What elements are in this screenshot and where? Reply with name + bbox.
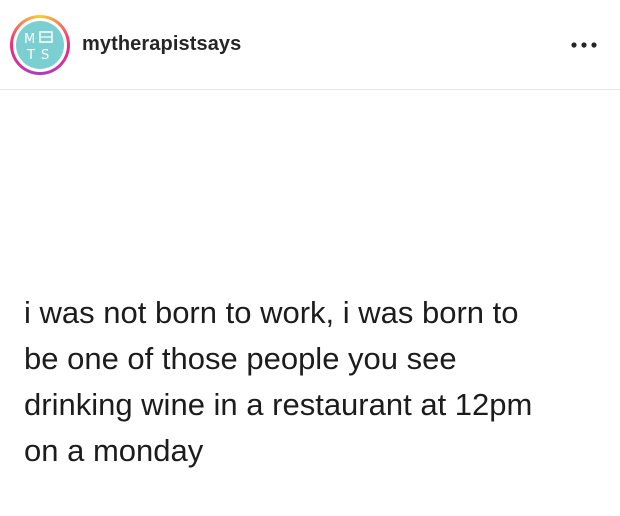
avatar-frame: M T S	[13, 18, 67, 72]
more-options-button[interactable]	[568, 34, 600, 56]
avatar[interactable]: M T S	[16, 21, 64, 69]
post-caption-text: i was not born to work, i was born to be…	[24, 290, 614, 474]
post-text-line: i was not born to work, i was born to	[24, 295, 519, 330]
svg-text:S: S	[41, 48, 49, 63]
post-text-line: drinking wine in a restaurant at 12pm	[24, 387, 533, 422]
story-ring[interactable]: M T S	[10, 15, 70, 75]
svg-text:T: T	[26, 48, 35, 63]
post-image[interactable]: i was not born to work, i was born to be…	[0, 90, 620, 516]
post-text-line: on a monday	[24, 433, 204, 468]
post-header: M T S mytherapistsays	[0, 0, 620, 90]
more-horizontal-icon	[571, 42, 597, 48]
mts-logo-icon: M T S	[24, 31, 53, 63]
svg-text:M: M	[24, 32, 35, 47]
username-link[interactable]: mytherapistsays	[82, 33, 241, 56]
post-text-line: be one of those people you see	[24, 341, 457, 376]
